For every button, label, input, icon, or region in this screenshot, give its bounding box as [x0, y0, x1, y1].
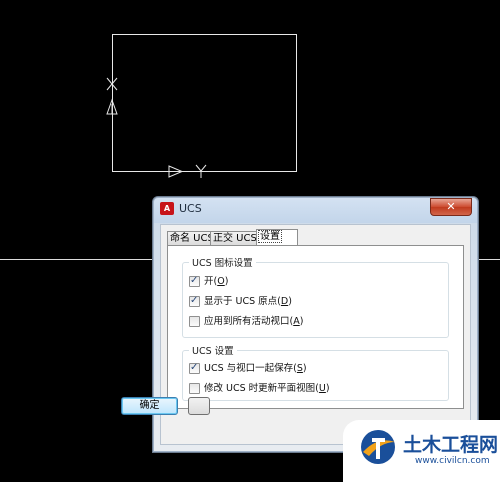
checkbox-label: 开(O) [204, 276, 229, 287]
ok-button[interactable]: 确定 [121, 397, 178, 415]
tab-orthographic-ucs[interactable]: 正交 UCS [210, 231, 259, 245]
close-icon: ✕ [446, 200, 456, 213]
checkbox-box[interactable] [189, 294, 200, 307]
checkbox-label: 修改 UCS 时更新平面视图(U) [204, 383, 330, 394]
drawn-rectangle [112, 34, 297, 172]
checkbox-box[interactable] [189, 361, 200, 374]
dialog-title: UCS [179, 202, 202, 215]
civilcn-logo-icon [361, 430, 395, 464]
checkbox-box[interactable] [189, 316, 200, 327]
tab-settings-label: 设置 [258, 230, 282, 243]
dialog-titlebar[interactable]: A UCS ✕ [153, 197, 478, 221]
tab-named-ucs[interactable]: 命名 UCS [167, 231, 214, 245]
checkbox-label: UCS 与视口一起保存(S) [204, 363, 307, 374]
close-button[interactable]: ✕ [430, 198, 472, 216]
checkbox-box[interactable] [189, 274, 200, 287]
checkbox-label: 应用到所有活动视口(A) [204, 316, 304, 327]
group-title: UCS 图标设置 [189, 255, 256, 269]
watermark-title: 土木工程网 [403, 434, 499, 456]
checkbox-label: 显示于 UCS 原点(D) [204, 296, 292, 307]
tab-settings[interactable]: 设置 [256, 229, 298, 245]
group-title: UCS 设置 [189, 343, 237, 357]
checkbox-box[interactable] [189, 383, 200, 394]
cancel-button[interactable] [188, 397, 210, 415]
autocad-logo-icon: A [160, 202, 174, 215]
ucs-icon [106, 77, 207, 178]
settings-panel: UCS 图标设置 开(O) 显示于 UCS 原点(D) 应用到所有活动视口(A)… [167, 245, 464, 409]
watermark-url: www.civilcn.com [415, 456, 490, 466]
watermark: 土木工程网 www.civilcn.com [343, 420, 500, 482]
